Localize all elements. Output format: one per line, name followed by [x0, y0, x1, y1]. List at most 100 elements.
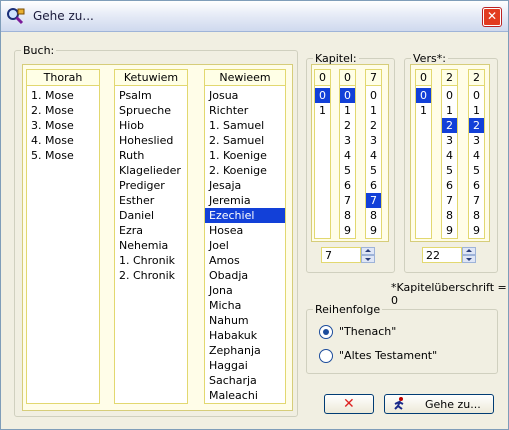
vers-spinner[interactable]: 22 — [422, 247, 478, 265]
kapitel-digit-item[interactable]: 5 — [340, 163, 355, 178]
book-item[interactable]: Hiob — [115, 118, 187, 133]
radio-thenach[interactable]: "Thenach" — [319, 325, 469, 339]
kapitel-digit-item[interactable]: 9 — [366, 223, 381, 238]
kapitel-digit-item[interactable]: 7 — [340, 193, 355, 208]
vers-digit-item[interactable]: 9 — [469, 223, 484, 238]
book-item[interactable]: Josua — [205, 88, 285, 103]
book-item[interactable]: Sprueche — [115, 103, 187, 118]
radio-selected-icon[interactable] — [319, 325, 333, 339]
kapitel-digit-item[interactable]: 4 — [366, 148, 381, 163]
vers-digit-item[interactable]: 1 — [416, 103, 431, 118]
book-list-header[interactable]: Newieem — [205, 70, 285, 86]
book-item[interactable]: Ezra — [115, 223, 187, 238]
spin-up-icon[interactable] — [361, 247, 375, 255]
vers-digit-item[interactable]: 5 — [442, 163, 457, 178]
book-item[interactable]: Psalm — [115, 88, 187, 103]
goto-button[interactable]: Gehe zu... — [384, 394, 494, 414]
book-item[interactable]: Amos — [205, 253, 285, 268]
kapitel-digit-item[interactable]: 9 — [340, 223, 355, 238]
cancel-button[interactable]: ✕ — [324, 394, 374, 414]
vers-digit-item[interactable]: 0 — [469, 88, 484, 103]
vers-digit-column[interactable]: 20123456789 — [441, 69, 458, 239]
book-item[interactable]: Nahum — [205, 313, 285, 328]
book-item[interactable]: Richter — [205, 103, 285, 118]
book-item[interactable]: Prediger — [115, 178, 187, 193]
book-item[interactable]: Hosea — [205, 223, 285, 238]
kapitel-digit-item[interactable]: 1 — [366, 103, 381, 118]
kapitel-digit-item[interactable]: 8 — [366, 208, 381, 223]
book-item[interactable]: Haggai — [205, 358, 285, 373]
book-item[interactable]: Klagelieder — [115, 163, 187, 178]
book-item[interactable]: 4. Mose — [27, 133, 99, 148]
vers-value[interactable]: 22 — [422, 247, 462, 263]
radio-altes-testament[interactable]: "Altes Testament" — [319, 349, 469, 363]
book-item[interactable]: 1. Samuel — [205, 118, 285, 133]
radio-unselected-icon[interactable] — [319, 349, 333, 363]
kapitel-digit-item[interactable]: 0 — [366, 88, 381, 103]
vers-digit-column[interactable]: 20123456789 — [468, 69, 485, 239]
vers-digit-item[interactable]: 9 — [442, 223, 457, 238]
kapitel-digit-item[interactable]: 1 — [340, 103, 355, 118]
kapitel-digit-item[interactable]: 0 — [340, 88, 355, 103]
book-item[interactable]: Jona — [205, 283, 285, 298]
vers-digit-item[interactable]: 7 — [469, 193, 484, 208]
vers-digit-item[interactable]: 2 — [469, 118, 484, 133]
kapitel-digit-item[interactable]: 0 — [315, 88, 330, 103]
vers-digit-item[interactable]: 4 — [442, 148, 457, 163]
vers-digit-item[interactable]: 8 — [469, 208, 484, 223]
book-item[interactable]: Esther — [115, 193, 187, 208]
book-item[interactable]: Obadja — [205, 268, 285, 283]
book-item[interactable]: Zephanja — [205, 343, 285, 358]
vers-digit-item[interactable]: 1 — [469, 103, 484, 118]
kapitel-digit-item[interactable]: 3 — [366, 133, 381, 148]
kapitel-digit-column[interactable]: 70123456789 — [365, 69, 382, 239]
vers-digit-column[interactable]: 001 — [415, 69, 432, 239]
kapitel-digit-column[interactable]: 00123456789 — [339, 69, 356, 239]
close-button[interactable]: ✕ — [483, 8, 501, 26]
kapitel-digit-item[interactable]: 5 — [366, 163, 381, 178]
book-item[interactable]: Jeremia — [205, 193, 285, 208]
kapitel-digit-item[interactable]: 7 — [366, 193, 381, 208]
book-item[interactable]: 2. Koenige — [205, 163, 285, 178]
kapitel-digit-item[interactable]: 3 — [340, 133, 355, 148]
vers-digit-item[interactable]: 6 — [469, 178, 484, 193]
book-list-ketuwiem[interactable]: Ketuwiem Psalm Sprueche Hiob Hoheslied Ruth K… — [114, 69, 188, 404]
book-item[interactable]: Sacharja — [205, 373, 285, 388]
book-item[interactable]: Ezechiel — [205, 208, 285, 223]
kapitel-digit-item[interactable]: 8 — [340, 208, 355, 223]
vers-digit-item[interactable]: 2 — [442, 118, 457, 133]
kapitel-spinner[interactable]: 7 — [321, 247, 377, 265]
book-item[interactable]: Hoheslied — [115, 133, 187, 148]
book-item[interactable]: Habakuk — [205, 328, 285, 343]
vers-digit-item[interactable]: 1 — [442, 103, 457, 118]
vers-digit-item[interactable]: 3 — [469, 133, 484, 148]
book-item[interactable]: 1. Mose — [27, 88, 99, 103]
vers-digit-item[interactable]: 6 — [442, 178, 457, 193]
book-item[interactable]: 1. Chronik — [115, 253, 187, 268]
book-list-thorah[interactable]: Thorah 1. Mose 2. Mose 3. Mose 4. Mose 5. Mo… — [26, 69, 100, 404]
vers-digit-item[interactable]: 5 — [469, 163, 484, 178]
kapitel-digit-item[interactable]: 2 — [340, 118, 355, 133]
vers-digit-item[interactable]: 0 — [442, 88, 457, 103]
vers-digit-item[interactable]: 8 — [442, 208, 457, 223]
kapitel-digit-item[interactable]: 4 — [340, 148, 355, 163]
book-item[interactable]: 2. Chronik — [115, 268, 187, 283]
kapitel-value[interactable]: 7 — [321, 247, 361, 263]
spin-down-icon[interactable] — [462, 255, 476, 263]
book-list-header[interactable]: Thorah — [27, 70, 99, 86]
book-item[interactable]: Daniel — [115, 208, 187, 223]
book-item[interactable]: 3. Mose — [27, 118, 99, 133]
kapitel-digit-item[interactable]: 2 — [366, 118, 381, 133]
book-list-newieem[interactable]: Newieem Josua Richter 1. Samuel 2. Samuel 1.… — [204, 69, 286, 404]
kapitel-digit-item[interactable]: 6 — [366, 178, 381, 193]
vers-digit-item[interactable]: 4 — [469, 148, 484, 163]
book-item[interactable]: Jesaja — [205, 178, 285, 193]
vers-digit-item[interactable]: 7 — [442, 193, 457, 208]
book-item[interactable]: Nehemia — [115, 238, 187, 253]
book-item[interactable]: 1. Koenige — [205, 148, 285, 163]
book-item[interactable]: Micha — [205, 298, 285, 313]
book-item[interactable]: Maleachi — [205, 388, 285, 403]
book-item[interactable]: Ruth — [115, 148, 187, 163]
kapitel-digit-item[interactable]: 1 — [315, 103, 330, 118]
spin-down-icon[interactable] — [361, 255, 375, 263]
